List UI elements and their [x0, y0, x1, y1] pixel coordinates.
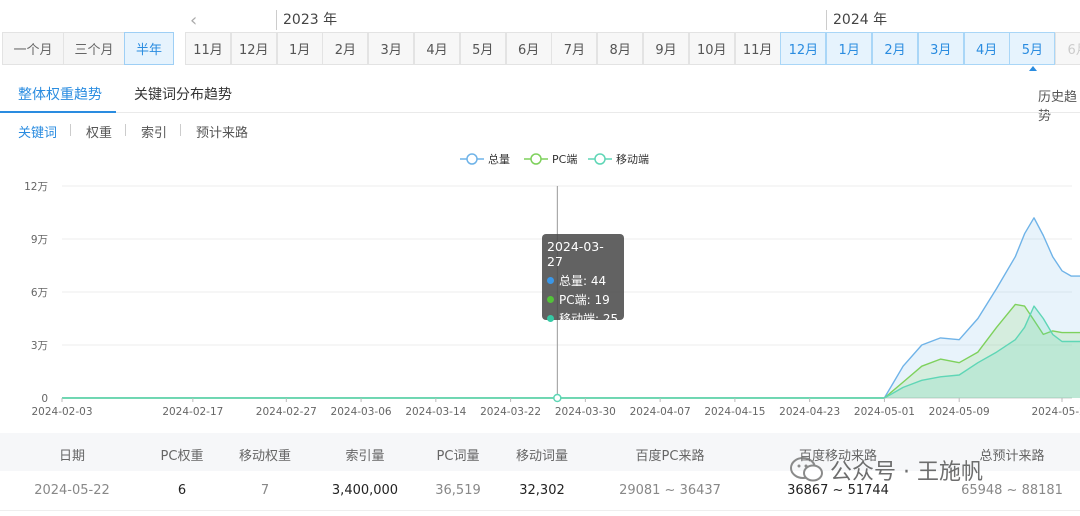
month-button[interactable]: 4月	[414, 32, 460, 65]
y-tick-label: 9万	[31, 234, 48, 246]
month-button[interactable]: 1月	[276, 32, 323, 65]
wechat-icon	[790, 457, 823, 482]
month-button[interactable]: 7月	[551, 32, 598, 65]
tooltip-row-pc: PC端: 19	[547, 290, 619, 309]
tooltip-value: PC端: 19	[559, 293, 610, 307]
subtab-separator	[180, 124, 181, 136]
month-button[interactable]: 12月	[230, 32, 277, 65]
legend-item[interactable]: 总量	[460, 152, 510, 166]
subtab-estimated-traffic[interactable]: 预计来路	[196, 122, 248, 141]
range-half-year-button[interactable]: 半年	[124, 32, 174, 65]
series-dot	[547, 277, 554, 284]
table-cell: 3,400,000	[331, 483, 399, 498]
x-tick-label: 2024-02-17	[162, 406, 223, 418]
y-tick-label: 0	[41, 393, 48, 405]
hover-point	[553, 393, 562, 403]
x-tick-label: 2024-03-30	[555, 406, 616, 418]
watermark: 公众号 · 王施帆	[790, 454, 983, 486]
tooltip-value: 总量: 44	[559, 274, 607, 288]
month-button[interactable]: 9月	[643, 32, 689, 65]
legend-marker	[466, 153, 478, 165]
legend-label: 总量	[488, 152, 510, 166]
column-header[interactable]: 日期	[59, 445, 85, 464]
table-cell: 6	[177, 483, 187, 498]
x-tick-label: 2024-03-22	[480, 406, 541, 418]
month-button[interactable]: 3月	[368, 32, 415, 65]
month-button[interactable]: 12月	[780, 32, 827, 65]
table-cell: 2024-05-22	[34, 483, 110, 498]
tooltip-row-mobile: 移动端: 25	[547, 309, 619, 328]
selected-month-caret	[1029, 66, 1037, 71]
subtab-separator	[70, 124, 71, 136]
x-tick-label: 2024-04-07	[630, 406, 691, 418]
watermark-text: 公众号 · 王施帆	[830, 460, 983, 485]
table-cell: 36,519	[435, 483, 481, 498]
column-header[interactable]: PC词量	[437, 445, 480, 464]
month-button[interactable]: 8月	[597, 32, 644, 65]
y-tick-label: 12万	[24, 181, 48, 193]
legend-marker	[594, 153, 606, 165]
x-tick-label: 2024-04-15	[704, 406, 765, 418]
legend-marker	[530, 153, 542, 165]
x-tick-label: 2024-03-06	[331, 406, 392, 418]
legend-item[interactable]: PC端	[524, 153, 577, 166]
legend-label: PC端	[552, 153, 577, 166]
year-label-2024: 2024 年	[826, 10, 887, 30]
series-dot	[547, 315, 554, 322]
x-tick-label: 2024-05-20	[1031, 406, 1080, 418]
y-tick-label: 6万	[31, 287, 48, 299]
month-button[interactable]: 5月	[1009, 32, 1056, 65]
legend-label: 移动端	[616, 153, 649, 166]
month-button[interactable]: 11月	[185, 32, 231, 65]
history-trend-link[interactable]: 历史趋势	[1038, 86, 1080, 124]
table-cell: 7	[260, 483, 270, 498]
column-header[interactable]: PC权重	[161, 445, 204, 464]
column-header[interactable]: 索引量	[345, 445, 384, 464]
date-range-bar: 一个月 三个月 半年 ‹ 2023 年 2024 年 11月 12月 1月 2月 3月 4…	[0, 0, 1080, 71]
range-three-months-button[interactable]: 三个月	[63, 32, 125, 65]
chart-tooltip: 2024-03-27 总量: 44 PC端: 19 移动端: 25	[542, 234, 624, 326]
x-tick-label: 2024-05-09	[929, 406, 990, 418]
subtab-keywords[interactable]: 关键词	[18, 122, 57, 141]
table-cell: 29081 ~ 36437	[619, 483, 721, 498]
subtab-separator	[125, 124, 126, 136]
month-button[interactable]: 5月	[459, 32, 506, 65]
month-button[interactable]: 4月	[963, 32, 1010, 65]
month-button[interactable]: 2月	[322, 32, 369, 65]
month-button[interactable]: 2月	[872, 32, 918, 65]
x-tick-label: 2024-02-27	[256, 406, 317, 418]
chart-legend: 总量 PC端 移动端	[460, 152, 649, 166]
range-one-month-button[interactable]: 一个月	[2, 32, 64, 65]
y-tick-label: 3万	[31, 340, 48, 352]
tooltip-row-total: 总量: 44	[547, 271, 619, 290]
tab-overall-weight-trend[interactable]: 整体权重趋势	[18, 84, 102, 104]
column-header[interactable]: 移动词量	[516, 445, 568, 464]
x-tick-label: 2024-05-01	[854, 406, 915, 418]
month-button[interactable]: 3月	[917, 32, 964, 65]
trend-chart: 总量 PC端 移动端 0 3万 6万 9万 12万 2024-02-03 2024-02-17…	[24, 152, 1080, 418]
tooltip-date: 2024-03-27	[547, 239, 604, 269]
tabs-divider	[0, 112, 1080, 113]
x-tick-label: 2024-04-23	[779, 406, 840, 418]
month-button[interactable]: 10月	[688, 32, 735, 65]
month-button[interactable]: 6月	[505, 32, 552, 65]
subtab-index[interactable]: 索引	[141, 122, 167, 141]
year-label-2023: 2023 年	[276, 10, 337, 30]
month-button[interactable]: 11月	[734, 32, 781, 65]
tab-keyword-distribution-trend[interactable]: 关键词分布趋势	[134, 84, 232, 104]
legend-item[interactable]: 移动端	[588, 153, 649, 166]
prev-year-arrow[interactable]: ‹	[190, 10, 197, 31]
subtab-weight[interactable]: 权重	[86, 122, 112, 141]
series-dot	[547, 296, 554, 303]
table-cell: 32,302	[519, 483, 565, 498]
column-header[interactable]: 移动权重	[239, 445, 291, 464]
month-button[interactable]: 1月	[826, 32, 873, 65]
active-tab-underline	[0, 111, 116, 113]
x-tick-label: 2024-02-03	[31, 406, 92, 418]
x-tick-label: 2024-03-14	[405, 406, 466, 418]
month-button[interactable]: 6月	[1055, 32, 1080, 65]
column-header[interactable]: 百度PC来路	[636, 445, 705, 464]
tooltip-value: 移动端: 25	[559, 312, 619, 326]
column-header[interactable]: 总预计来路	[979, 445, 1044, 464]
